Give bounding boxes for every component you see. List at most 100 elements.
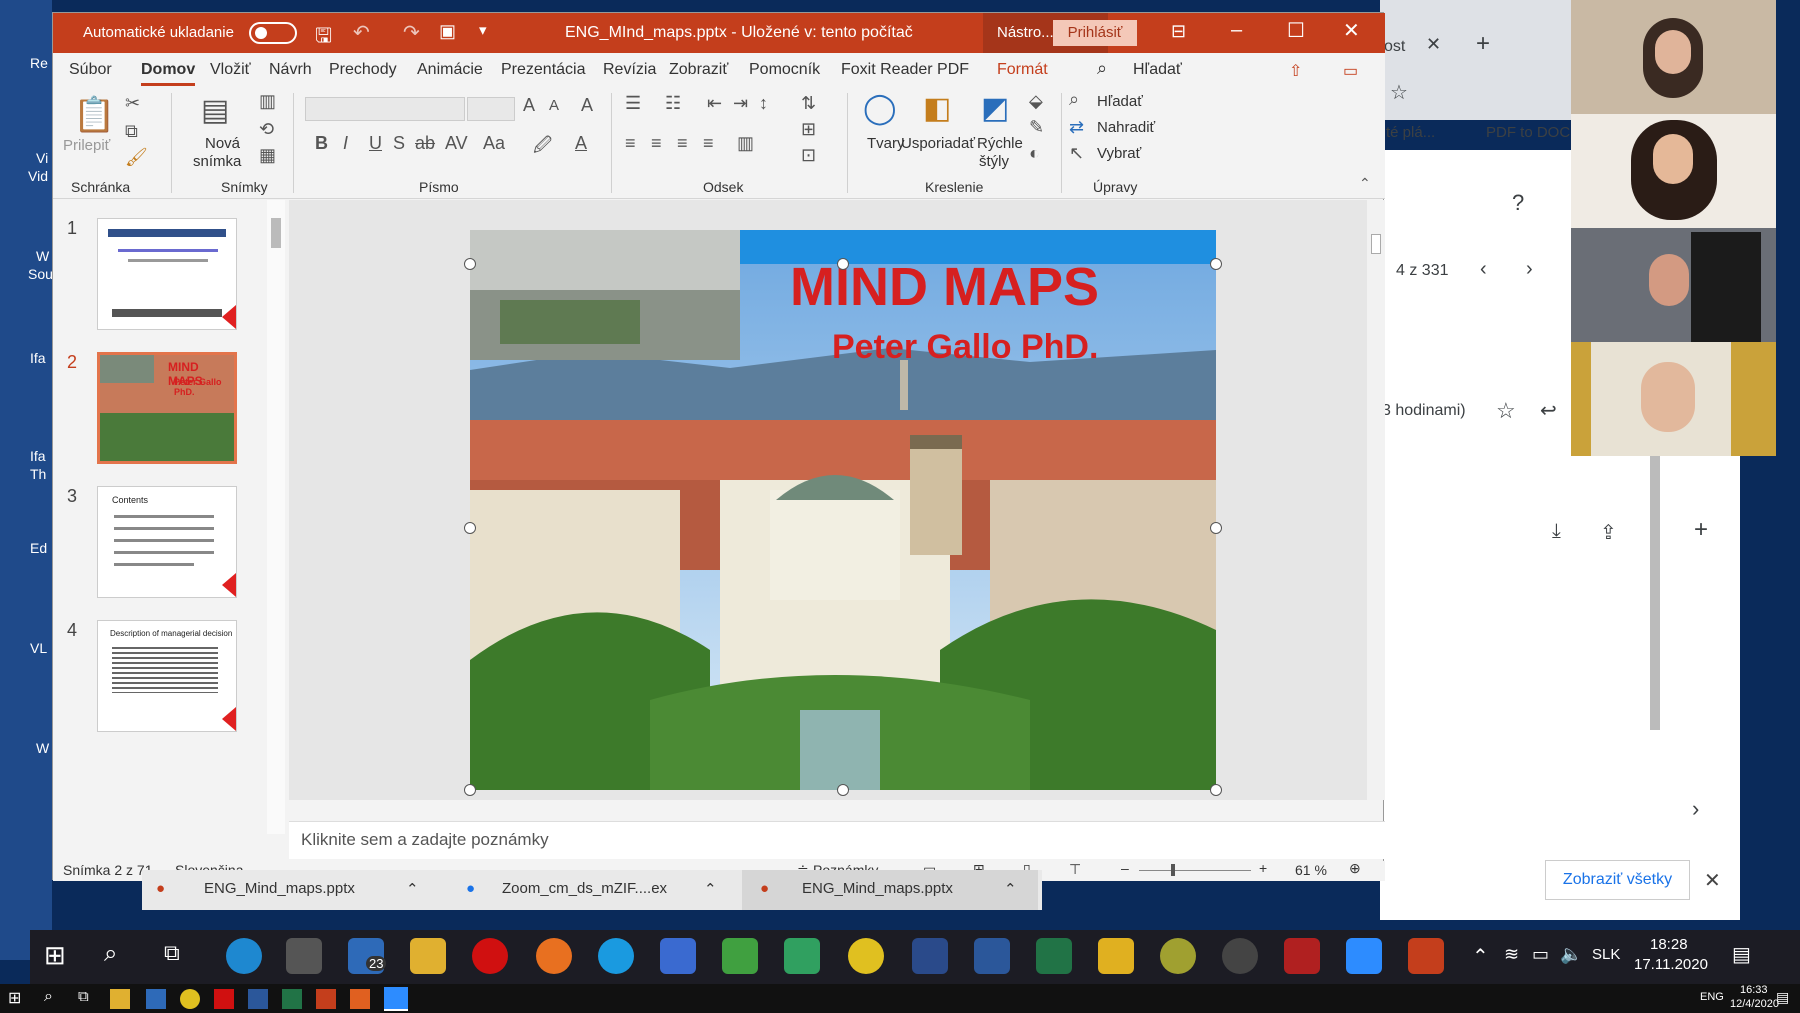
new-slide-label[interactable]: Nová bbox=[205, 135, 240, 152]
align-text-icon[interactable]: ⊞ bbox=[801, 119, 816, 140]
firefox-icon[interactable] bbox=[536, 938, 572, 974]
powerpoint-icon[interactable] bbox=[1408, 938, 1444, 974]
resize-handle[interactable] bbox=[464, 784, 476, 796]
text-direction-icon[interactable]: ⇅ bbox=[801, 93, 816, 114]
excel-icon[interactable] bbox=[282, 989, 302, 1009]
task-view-icon[interactable]: ⧉ bbox=[164, 940, 180, 966]
notes-pane[interactable]: Kliknite sem a zadajte poznámky bbox=[289, 821, 1385, 859]
fit-slide-icon[interactable]: ⊕ bbox=[1349, 860, 1361, 877]
app-icon[interactable] bbox=[912, 938, 948, 974]
search-icon[interactable]: ⌕ bbox=[44, 988, 53, 1006]
cut-icon[interactable]: ✂ bbox=[125, 93, 140, 114]
slide-thumbnail[interactable]: Contents bbox=[97, 486, 237, 598]
upload-drive-icon[interactable]: ⇪ bbox=[1600, 520, 1617, 545]
format-painter-icon[interactable]: 🖌 bbox=[125, 147, 148, 168]
tab-file[interactable]: Súbor bbox=[69, 61, 112, 79]
autosave-toggle[interactable] bbox=[249, 22, 297, 44]
shapes-icon[interactable]: ◯ bbox=[863, 91, 897, 126]
close-icon[interactable]: ✕ bbox=[1704, 868, 1721, 893]
zoom-out-icon[interactable]: – bbox=[1121, 860, 1129, 876]
save-icon[interactable]: 🖫 bbox=[315, 21, 332, 55]
participant-video[interactable] bbox=[1571, 228, 1776, 342]
new-tab-icon[interactable]: + bbox=[1476, 30, 1490, 58]
slide-thumbnail[interactable]: Description of managerial decision bbox=[97, 620, 237, 732]
chevron-up-icon[interactable]: ⌃ bbox=[406, 880, 419, 898]
chrome-icon[interactable] bbox=[180, 989, 200, 1009]
layout-icon[interactable]: ▥ bbox=[259, 91, 276, 112]
line-spacing-icon[interactable]: ↕ bbox=[759, 93, 768, 114]
signin-button[interactable]: Prihlásiť bbox=[1053, 20, 1137, 46]
align-center-icon[interactable]: ≡ bbox=[651, 133, 662, 154]
download-icon[interactable]: ⤓ bbox=[1552, 520, 1561, 543]
help-icon[interactable]: ? bbox=[1512, 190, 1524, 216]
bold-icon[interactable]: B bbox=[315, 133, 328, 154]
slide-subtitle[interactable]: Peter Gallo PhD. bbox=[832, 328, 1098, 367]
edge-icon[interactable] bbox=[226, 938, 262, 974]
chevron-up-icon[interactable]: ⌃ bbox=[1472, 944, 1489, 969]
app-icon[interactable] bbox=[660, 938, 696, 974]
select-button[interactable]: Vybrať bbox=[1097, 145, 1141, 162]
obs-icon[interactable] bbox=[1222, 938, 1258, 974]
resize-handle[interactable] bbox=[1210, 784, 1222, 796]
shape-outline-icon[interactable]: ✎ bbox=[1029, 117, 1044, 138]
search-icon[interactable]: ⌕ bbox=[104, 940, 117, 968]
mail-icon[interactable]: 23 bbox=[348, 938, 387, 974]
clock-date[interactable]: 17.11.2020 bbox=[1634, 956, 1708, 973]
resize-handle[interactable] bbox=[1210, 522, 1222, 534]
participant-video[interactable] bbox=[1571, 114, 1776, 228]
copy-icon[interactable]: ⧉ bbox=[125, 121, 138, 142]
numbering-icon[interactable]: ☷ bbox=[665, 93, 681, 114]
slideshow-icon[interactable]: ⊤ bbox=[1069, 861, 1081, 878]
clear-format-icon[interactable]: A bbox=[581, 95, 593, 116]
chevron-up-icon[interactable]: ⌃ bbox=[1004, 880, 1017, 898]
shape-effects-icon[interactable]: ◐ bbox=[1029, 143, 1040, 164]
windows-start-icon[interactable]: ⊞ bbox=[8, 988, 21, 1008]
maximize-icon[interactable]: ☐ bbox=[1287, 18, 1305, 43]
align-right-icon[interactable]: ≡ bbox=[677, 133, 688, 154]
shapes-button[interactable]: Tvary bbox=[867, 135, 905, 152]
new-slide-icon[interactable]: ▤ bbox=[201, 93, 229, 128]
download-item[interactable]: Zoom_cm_ds_mZIF....ex bbox=[502, 880, 667, 897]
notes-placeholder[interactable]: Kliknite sem a zadajte poznámky bbox=[301, 830, 549, 850]
decrease-indent-icon[interactable]: ⇤ bbox=[707, 93, 722, 114]
resize-handle[interactable] bbox=[464, 522, 476, 534]
redo-icon[interactable]: ↷ bbox=[403, 20, 420, 45]
font-name-select[interactable] bbox=[305, 97, 465, 121]
paste-icon[interactable]: 📋 bbox=[73, 95, 115, 135]
arrange-icon[interactable]: ◧ bbox=[923, 91, 951, 126]
increase-indent-icon[interactable]: ⇥ bbox=[733, 93, 748, 114]
zoom-icon[interactable] bbox=[384, 987, 408, 1011]
chrome-tab-label[interactable]: ost bbox=[1384, 38, 1405, 56]
app-icon[interactable] bbox=[784, 938, 820, 974]
bookmark-item[interactable]: té plá... bbox=[1386, 124, 1435, 141]
replace-icon[interactable]: ⇄ bbox=[1069, 117, 1084, 138]
volume-icon[interactable]: 🔈 bbox=[1560, 944, 1582, 965]
shrink-font-icon[interactable]: A bbox=[549, 97, 559, 114]
italic-icon[interactable]: I bbox=[343, 133, 348, 154]
chevron-right-icon[interactable]: › bbox=[1692, 796, 1699, 822]
zoom-thumb[interactable] bbox=[1171, 864, 1175, 876]
tab-foxit[interactable]: Foxit Reader PDF bbox=[841, 61, 969, 79]
language-indicator[interactable]: ENG bbox=[1700, 991, 1724, 1003]
font-color-icon[interactable]: A bbox=[575, 133, 587, 154]
tab-view[interactable]: Zobraziť bbox=[669, 61, 728, 79]
notification-icon[interactable]: ▤ bbox=[1732, 942, 1751, 967]
align-left-icon[interactable]: ≡ bbox=[625, 133, 636, 154]
star-icon[interactable]: ☆ bbox=[1496, 398, 1516, 424]
underline-icon[interactable]: U bbox=[369, 133, 382, 154]
show-all-downloads-button[interactable]: Zobraziť všetky bbox=[1545, 860, 1690, 900]
highlight-icon[interactable]: 🖉 bbox=[533, 133, 552, 163]
quick-styles-icon[interactable]: ◩ bbox=[981, 91, 1009, 126]
select-cursor-icon[interactable]: ↖ bbox=[1069, 143, 1084, 164]
share-icon[interactable]: ⇧ bbox=[1289, 61, 1302, 81]
smartart-icon[interactable]: ⊡ bbox=[801, 145, 816, 166]
file-explorer-icon[interactable] bbox=[110, 989, 130, 1009]
participant-video[interactable] bbox=[1571, 0, 1776, 114]
search-icon[interactable]: ⌕ bbox=[1069, 89, 1079, 110]
new-slide-label[interactable]: snímka bbox=[193, 153, 241, 170]
canvas-scrollbar[interactable] bbox=[1367, 200, 1385, 800]
reset-icon[interactable]: ⟲ bbox=[259, 119, 274, 140]
chrome-icon[interactable] bbox=[848, 938, 884, 974]
zoom-level[interactable]: 61 % bbox=[1295, 862, 1327, 878]
tab-insert[interactable]: Vložiť bbox=[210, 61, 251, 79]
